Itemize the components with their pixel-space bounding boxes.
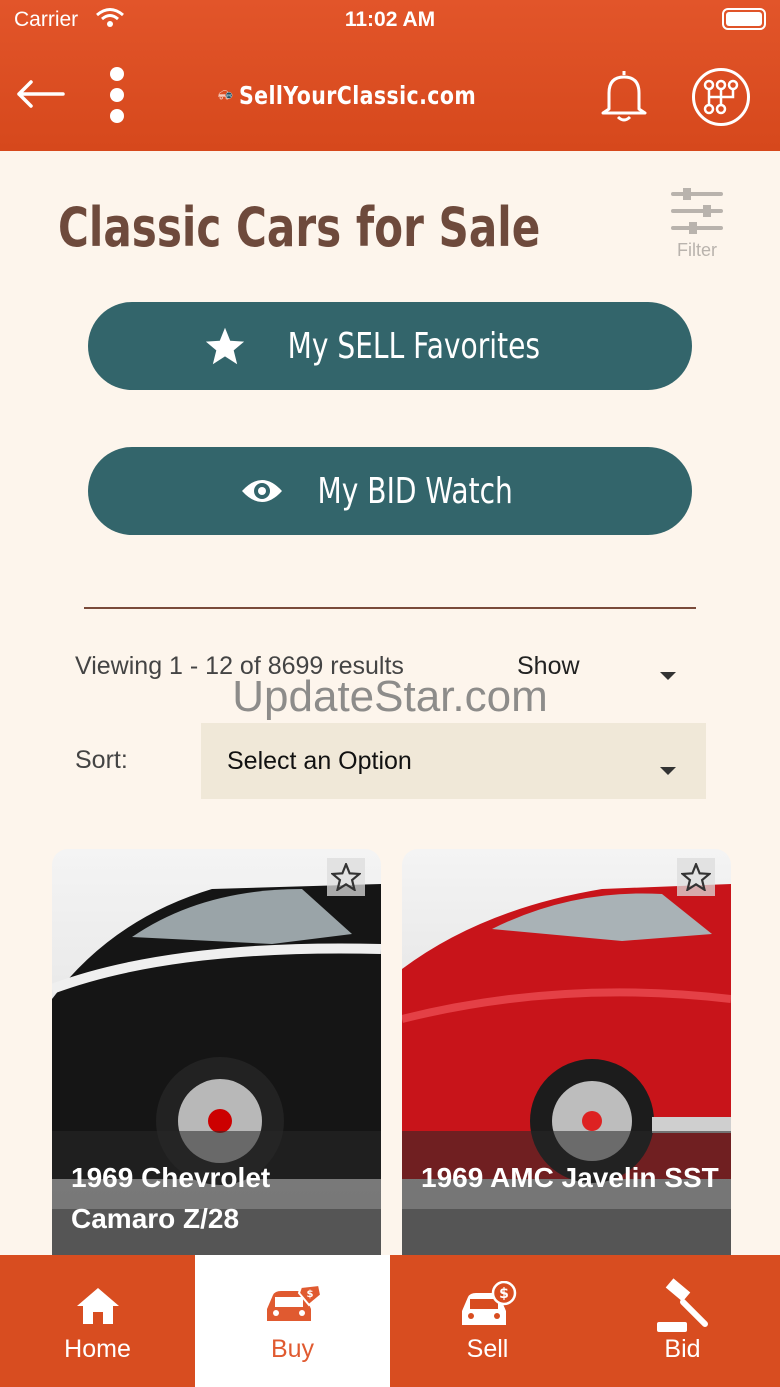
tab-bid[interactable]: Bid (585, 1255, 780, 1387)
arrow-left-icon (17, 80, 65, 108)
more-vertical-icon (110, 67, 124, 123)
listing-title: 1969 AMC Javelin SST (421, 1162, 719, 1193)
tab-home[interactable]: Home (0, 1255, 195, 1387)
brand-logo[interactable]: SYC SellYourClassic.com (218, 64, 528, 126)
section-divider (84, 607, 696, 609)
bid-watch-button[interactable]: My BID Watch (88, 447, 692, 535)
tab-bid-label: Bid (664, 1335, 701, 1363)
battery-icon (722, 8, 766, 30)
sort-chevron-down-icon (660, 767, 676, 775)
sort-label: Sort: (75, 746, 128, 774)
svg-text:$: $ (499, 1286, 509, 1302)
star-icon (204, 326, 246, 366)
gear-shifter-button[interactable] (692, 68, 750, 126)
svg-text:$: $ (306, 1289, 313, 1300)
favorite-star-button[interactable] (677, 858, 715, 896)
more-menu-button[interactable] (100, 64, 134, 126)
listing-card[interactable]: 1969 AMC Javelin SST (402, 849, 731, 1255)
sort-value: Select an Option (227, 747, 412, 775)
listing-card[interactable]: 1969 Chevrolet Camaro Z/28 (52, 849, 381, 1255)
sliders-icon (671, 188, 723, 234)
gavel-icon (585, 1277, 780, 1335)
tab-sell[interactable]: $ Sell (390, 1255, 585, 1387)
tab-sell-label: Sell (466, 1335, 509, 1363)
favorite-star-button[interactable] (327, 858, 365, 896)
home-icon (0, 1277, 195, 1335)
sort-select[interactable]: Select an Option (201, 723, 706, 799)
classic-car-logo-icon: SYC (218, 90, 233, 100)
notifications-button[interactable] (596, 66, 652, 124)
status-bar: Carrier 11:02 AM (0, 0, 780, 40)
car-dollar-icon: $ (390, 1277, 585, 1335)
tab-home-label: Home (64, 1335, 131, 1363)
filter-label: Filter (677, 240, 717, 260)
app-header: Carrier 11:02 AM SYC SellYourClassic.com (0, 0, 780, 151)
bell-icon (601, 71, 647, 122)
clock: 11:02 AM (344, 8, 436, 31)
page-title: Classic Cars for Sale (58, 196, 541, 259)
star-outline-icon (681, 863, 711, 891)
sell-favorites-label: My SELL Favorites (287, 325, 541, 367)
eye-icon (240, 475, 284, 507)
bottom-tab-bar: Home $ Buy $ Sell Bid (0, 1255, 780, 1387)
tab-buy-label: Buy (270, 1335, 315, 1363)
tab-buy[interactable]: $ Buy (195, 1255, 390, 1387)
back-button[interactable] (14, 70, 66, 118)
sell-favorites-button[interactable]: My SELL Favorites (88, 302, 692, 390)
bid-watch-label: My BID Watch (317, 470, 513, 512)
logo-wordmark: SellYourClassic.com (238, 80, 476, 110)
watermark: UpdateStar.com (232, 672, 548, 721)
gear-shifter-icon (703, 79, 739, 115)
star-outline-icon (331, 863, 361, 891)
filter-button[interactable]: Filter (666, 186, 728, 264)
listing-title: 1969 Chevrolet Camaro Z/28 (71, 1162, 271, 1234)
car-tag-icon: $ (195, 1277, 390, 1335)
